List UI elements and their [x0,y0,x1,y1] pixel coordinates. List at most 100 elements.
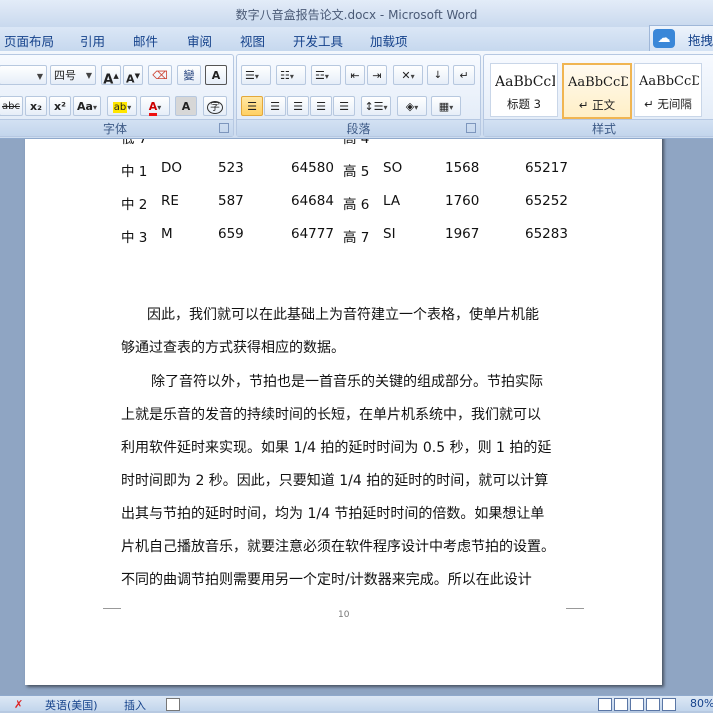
table-cell-high-frequency: 1760 [445,193,480,209]
shrink-font-button[interactable]: A▼ [123,65,143,86]
table-cell-high-note: 高 5 [343,164,370,180]
fullscreen-reading-view-icon[interactable] [614,698,628,711]
sort-icon: ↓ [433,70,443,81]
borders-button[interactable]: ▦▾ [431,96,461,116]
align-left-button[interactable]: ☰ [241,96,263,116]
increase-indent-button[interactable]: ⇥ [367,65,387,85]
font-size-dropdown[interactable]: 四号 ▼ [50,65,96,85]
insert-mode-status[interactable]: 插入 [124,697,146,713]
tab-addins[interactable]: 加载项 [370,31,408,50]
chinese-layout-button[interactable]: ✕▾ [393,65,423,85]
enclose-characters-button[interactable]: 字 [203,96,227,116]
web-layout-view-icon[interactable] [630,698,644,711]
table-cell-high-solfege: LA [383,193,401,209]
outline-view-icon[interactable] [646,698,660,711]
subscript-button[interactable]: x₂ [25,96,47,116]
table-cell-frequency: 587 [218,193,244,209]
change-case-button[interactable]: Aa▾ [73,96,101,116]
multilevel-list-icon: ☲ [315,69,325,82]
zoom-level[interactable]: 80% [690,697,713,710]
table-cell-solfege: M [161,226,173,242]
numbering-button[interactable]: ☷▾ [276,65,306,85]
table-cell-high-note: 高 4 [343,139,370,147]
style-sample: AaBbCcI [495,74,555,90]
phonetic-guide-button[interactable]: 變 [177,65,201,85]
table-cell-high-timer-value: 65283 [525,226,568,242]
table-cell-high-note: 高 6 [343,197,370,213]
draft-view-icon[interactable] [662,698,676,711]
highlight-button[interactable]: ab▾ [107,96,137,116]
distributed-button[interactable]: ☰ [333,96,355,116]
macro-record-icon[interactable] [166,698,180,711]
bullets-button[interactable]: ☰▾ [241,65,271,85]
shading-button[interactable]: ◈▾ [397,96,427,116]
cloud-icon: ☁ [653,29,675,48]
paragraph-group: ☰▾ ☷▾ ☲▾ ⇤ ⇥ ✕▾ ↓ ↵ ☰ ☰ ☰ ☰ ☰ ↕☰▾ ◈▾ ▦▾ … [236,54,481,137]
text-line: 因此，我们就可以在此基础上为音符建立一个表格，使单片机能 [147,307,539,323]
highlighter-icon: ab [112,102,128,113]
status-bar: ✗ 英语(美国) 插入 80% [0,695,713,713]
clear-format-button[interactable]: ⌫ [148,65,172,85]
grow-font-button[interactable]: A▲ [101,65,121,87]
multilevel-list-button[interactable]: ☲▾ [311,65,341,85]
tab-review[interactable]: 审阅 [187,31,212,50]
table-cell-high-frequency: 1568 [445,160,480,176]
print-layout-view-icon[interactable] [598,698,612,711]
dialog-launcher-icon[interactable] [219,123,229,133]
title-bar: 数字八音盒报告论文.docx - Microsoft Word [0,0,713,28]
font-group: ▼ 四号 ▼ A▲ A▼ ⌫ 變 A abc x₂ x² Aa▾ ab▾ A▾ … [0,54,234,137]
line-spacing-button[interactable]: ↕☰▾ [361,96,391,116]
align-center-icon: ☰ [270,100,280,113]
table-cell-frequency: 494 [218,139,244,143]
style-heading3[interactable]: AaBbCcI 标题 3 [490,63,558,117]
spelling-error-icon[interactable]: ✗ [14,698,26,711]
superscript-button[interactable]: x² [49,96,71,116]
tab-view[interactable]: 视图 [240,31,265,50]
justify-button[interactable]: ☰ [310,96,332,116]
pilcrow-icon: ↵ [459,69,469,82]
table-cell-frequency: 659 [218,226,244,242]
font-name-dropdown[interactable]: ▼ [0,65,47,85]
margin-marker [103,608,121,609]
align-center-button[interactable]: ☰ [264,96,286,116]
share-button[interactable]: ☁ 拖拽 [649,25,713,53]
text-line: 出其与节拍的延时时间，均为 1/4 节拍延时时间的倍数。如果想让单 [121,506,545,522]
language-status[interactable]: 英语(美国) [45,697,98,713]
table-cell-high-timer-value: 65178 [525,139,568,143]
decrease-indent-button[interactable]: ⇤ [345,65,365,85]
table-cell-high-timer-value: 65252 [525,193,568,209]
align-right-button[interactable]: ☰ [287,96,309,116]
document-area[interactable]: 低 7 SI 494 64524 高 4 FA 1397 65178 中 1 DO 523 64580… [0,139,713,695]
document-page[interactable]: 低 7 SI 494 64524 高 4 FA 1397 65178 中 1 DO 523 64580… [25,139,662,685]
ribbon-tab-row: 页面布局 引用 邮件 审阅 视图 开发工具 加载项 [0,27,713,51]
table-cell-low-note: 中 1 [121,164,148,180]
line-spacing-icon: ↕☰ [364,100,384,113]
table-cell-timer-value: 64684 [291,193,334,209]
show-marks-button[interactable]: ↵ [453,65,475,85]
paint-bucket-icon: ◈ [405,100,415,113]
character-border-button[interactable]: A [205,65,227,85]
table-cell-solfege: DO [161,160,183,176]
tab-references[interactable]: 引用 [80,31,105,50]
font-color-button[interactable]: A▾ [140,96,170,116]
dialog-launcher-icon[interactable] [466,123,476,133]
share-label: 拖拽 [688,33,713,48]
table-cell-timer-value: 64580 [291,160,334,176]
sort-button[interactable]: ↓ [427,65,449,85]
strikethrough-button[interactable]: abc [0,96,23,116]
align-left-icon: ☰ [247,100,257,113]
table-cell-solfege: RE [161,193,179,209]
tab-developer[interactable]: 开发工具 [293,31,343,50]
style-sample: AaBbCcDc [568,75,628,90]
style-no-spacing[interactable]: AaBbCcDc ↵ 无间隔 [634,63,702,117]
style-normal[interactable]: AaBbCcDc ↵ 正文 [562,63,632,119]
table-cell-low-note: 低 7 [121,139,148,147]
style-name: ↵ 无间隔 [644,97,692,111]
character-shading-button[interactable]: A [175,96,197,116]
table-cell-high-solfege: SO [383,160,403,176]
tab-mailings[interactable]: 邮件 [133,31,158,50]
font-group-label: 字体 [0,119,233,136]
tab-page-layout[interactable]: 页面布局 [4,31,54,50]
table-cell-high-solfege: SI [383,226,396,242]
text-line: 够通过查表的方式获得相应的数据。 [121,340,345,356]
